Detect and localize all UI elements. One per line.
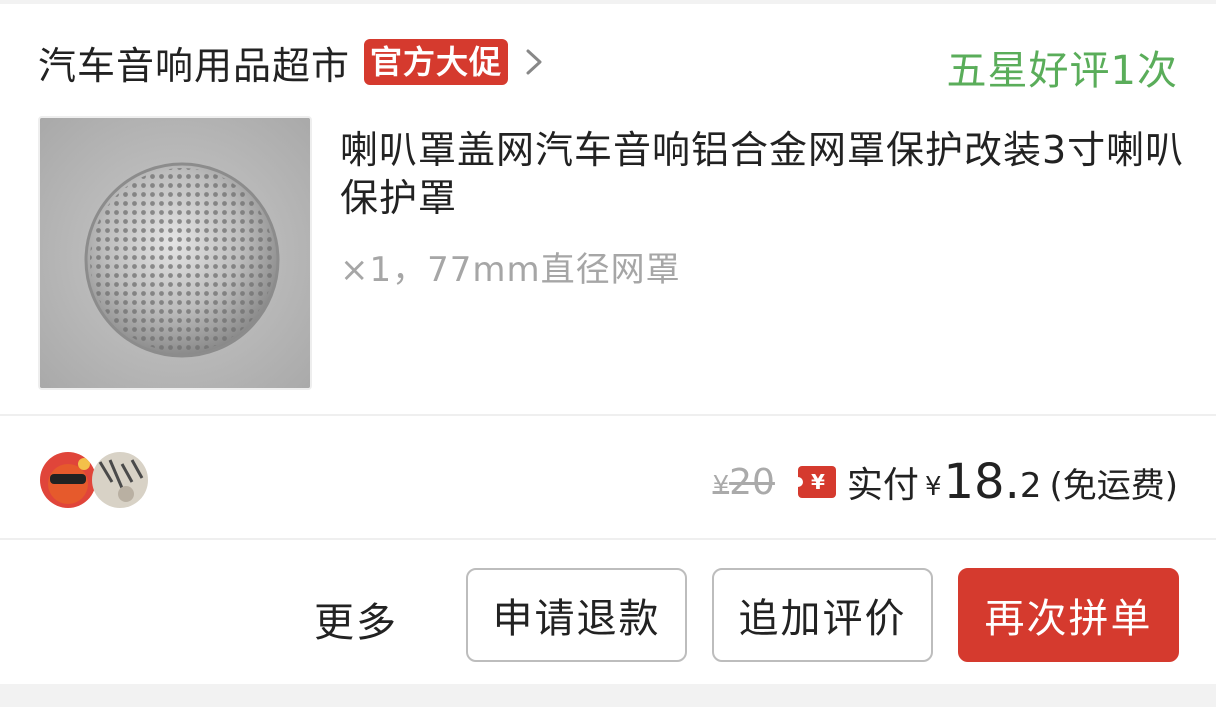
review-status: 五星好评1次: [946, 48, 1178, 94]
divider: [0, 538, 1216, 540]
product-thumbnail[interactable]: [38, 116, 312, 390]
promo-badge: 官方大促: [364, 39, 509, 85]
price-row: ¥20 ¥ 实付 ¥ 18. 2 (免运费): [713, 450, 1178, 514]
original-price: ¥20: [712, 461, 775, 503]
product-title[interactable]: 喇叭罩盖网汽车音响铝合金网罩保护改装3寸喇叭保护罩: [340, 126, 1190, 222]
reorder-button[interactable]: 再次拼单: [958, 568, 1179, 662]
order-card: 汽车音响用品超市 官方大促 五星好评1次 喇叭罩盖网汽车音响铝合金网罩保护改装3…: [0, 4, 1216, 684]
product-spec: ×1，77mm直径网罩: [340, 250, 681, 290]
paid-amount-integer: 18.: [943, 454, 1020, 510]
avatar: [92, 452, 148, 508]
shop-header[interactable]: 汽车音响用品超市 官方大促: [38, 34, 546, 90]
avatar: [40, 452, 96, 508]
more-button[interactable]: 更多: [314, 590, 398, 648]
chevron-right-icon[interactable]: [522, 47, 546, 77]
svg-text:¥: ¥: [811, 470, 825, 494]
paid-currency: ¥: [924, 472, 942, 502]
paid-amount-decimal: 2: [1019, 466, 1042, 506]
coupon-yen-icon: ¥: [796, 466, 836, 498]
add-review-button[interactable]: 追加评价: [712, 568, 933, 662]
shipping-note: (免运费): [1049, 465, 1178, 506]
divider: [0, 414, 1216, 416]
refund-button[interactable]: 申请退款: [466, 568, 687, 662]
shop-name[interactable]: 汽车音响用品超市: [38, 35, 350, 90]
paid-label: 实付: [846, 465, 919, 506]
